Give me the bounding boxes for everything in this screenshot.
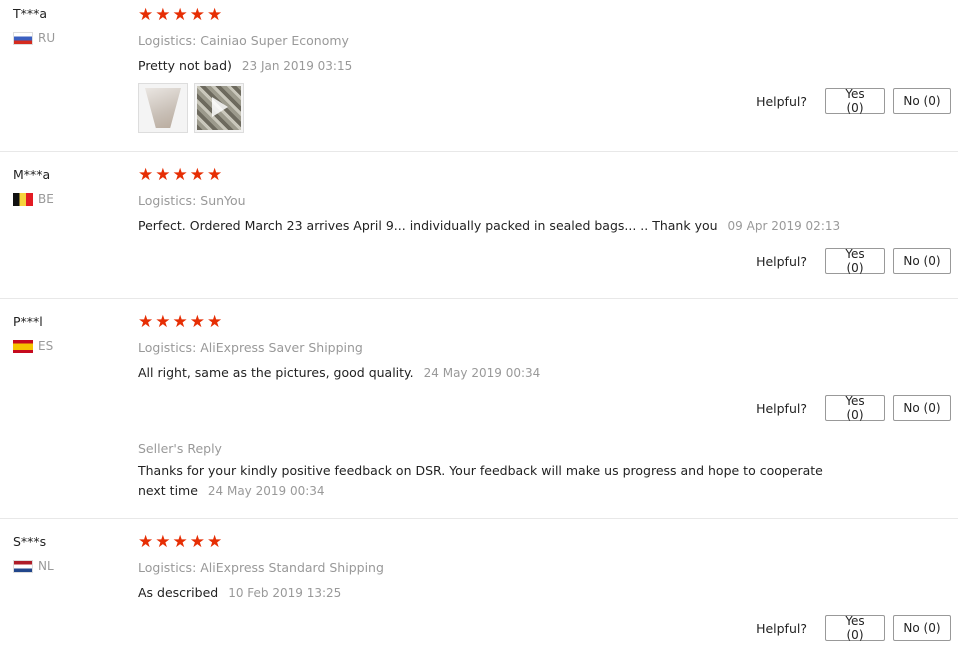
star-icon: ★ xyxy=(207,5,223,25)
star-icon: ★ xyxy=(189,312,205,332)
star-icon: ★ xyxy=(207,165,223,185)
country-code: BE xyxy=(38,192,54,206)
reviewer-name: T***a xyxy=(13,6,48,21)
star-icon: ★ xyxy=(138,165,154,185)
review-text-line: Perfect. Ordered March 23 arrives April … xyxy=(138,217,958,235)
reviewer-country: BE xyxy=(13,192,54,206)
review-photo-thumbnail[interactable] xyxy=(138,83,188,133)
helpful-no-button[interactable]: No (0) xyxy=(893,88,951,114)
star-icon: ★ xyxy=(172,165,188,185)
reviewer-name: P***l xyxy=(13,314,43,329)
helpful-yes-button[interactable]: Yes (0) xyxy=(825,247,885,275)
reviewer-name: S***s xyxy=(13,534,47,549)
review-item: P***l ES ★ ★ ★ ★ ★ Logistics: AliExpress Sav… xyxy=(0,299,958,519)
star-icon: ★ xyxy=(189,5,205,25)
helpful-vote: Helpful? Yes (0) No (0) xyxy=(756,614,951,642)
seller-reply-label: Seller's Reply xyxy=(138,441,222,456)
star-icon: ★ xyxy=(172,532,188,552)
country-code: RU xyxy=(38,31,56,45)
flag-icon xyxy=(13,339,33,353)
review-text: As described xyxy=(138,585,219,600)
flag-icon xyxy=(13,559,33,573)
helpful-no-button[interactable]: No (0) xyxy=(893,248,951,274)
logistics-info: Logistics: Cainiao Super Economy xyxy=(138,33,349,48)
review-item: T***a RU ★ ★ ★ ★ ★ Logistics: Cainiao Super … xyxy=(0,0,958,152)
star-rating: ★ ★ ★ ★ ★ xyxy=(138,167,958,184)
seller-reply: Seller's Reply Thanks for your kindly po… xyxy=(138,441,958,501)
logistics-info: Logistics: AliExpress Standard Shipping xyxy=(138,560,384,575)
logistics-info: Logistics: SunYou xyxy=(138,193,246,208)
star-icon: ★ xyxy=(189,532,205,552)
star-icon: ★ xyxy=(207,312,223,332)
reviewer-country: RU xyxy=(13,31,55,45)
star-icon: ★ xyxy=(155,312,171,332)
star-icon: ★ xyxy=(138,5,154,25)
country-code: NL xyxy=(38,559,54,573)
review-text-line: All right, same as the pictures, good qu… xyxy=(138,364,958,382)
play-icon xyxy=(212,97,228,117)
review-item: M***a BE ★ ★ ★ ★ ★ Logistics: SunYou Perfect… xyxy=(0,152,958,299)
review-item: S***s NL ★ ★ ★ ★ ★ Logistics: AliExpress Sta… xyxy=(0,519,958,659)
helpful-yes-button[interactable]: Yes (0) xyxy=(825,614,885,642)
star-icon: ★ xyxy=(155,5,171,25)
helpful-no-button[interactable]: No (0) xyxy=(893,395,951,421)
review-content: ★ ★ ★ ★ ★ Logistics: AliExpress Saver Shippi… xyxy=(138,314,958,382)
star-icon: ★ xyxy=(138,532,154,552)
helpful-no-button[interactable]: No (0) xyxy=(893,615,951,641)
reviewer-name: M***a xyxy=(13,167,51,182)
review-text: All right, same as the pictures, good qu… xyxy=(138,365,414,380)
reviewer-info: M***a BE xyxy=(13,167,54,206)
star-icon: ★ xyxy=(172,5,188,25)
flag-icon xyxy=(13,192,33,206)
star-rating: ★ ★ ★ ★ ★ xyxy=(138,7,958,24)
review-text: Pretty not bad) xyxy=(138,58,232,73)
star-rating: ★ ★ ★ ★ ★ xyxy=(138,534,958,551)
star-icon: ★ xyxy=(207,532,223,552)
review-video-thumbnail[interactable] xyxy=(194,83,244,133)
helpful-label: Helpful? xyxy=(756,253,807,269)
helpful-yes-button[interactable]: Yes (0) xyxy=(825,394,885,422)
review-content: ★ ★ ★ ★ ★ Logistics: SunYou Perfect. Ordered… xyxy=(138,167,958,235)
helpful-label: Helpful? xyxy=(756,400,807,416)
helpful-label: Helpful? xyxy=(756,620,807,636)
review-text-line: As described 10 Feb 2019 13:25 xyxy=(138,584,958,602)
country-code: ES xyxy=(38,339,54,353)
reviewer-info: S***s NL xyxy=(13,534,54,573)
reviewer-country: NL xyxy=(13,559,54,573)
reviewer-country: ES xyxy=(13,339,53,353)
star-icon: ★ xyxy=(189,165,205,185)
review-date: 09 Apr 2019 02:13 xyxy=(727,219,841,233)
star-icon: ★ xyxy=(172,312,188,332)
review-text: Perfect. Ordered March 23 arrives April … xyxy=(138,218,718,233)
star-icon: ★ xyxy=(155,532,171,552)
review-date: 23 Jan 2019 03:15 xyxy=(241,59,353,73)
helpful-yes-button[interactable]: Yes (0) xyxy=(825,87,885,115)
star-rating: ★ ★ ★ ★ ★ xyxy=(138,314,958,331)
review-date: 24 May 2019 00:34 xyxy=(423,366,541,380)
reviewer-info: T***a RU xyxy=(13,6,55,45)
helpful-vote: Helpful? Yes (0) No (0) xyxy=(756,87,951,115)
star-icon: ★ xyxy=(138,312,154,332)
helpful-vote: Helpful? Yes (0) No (0) xyxy=(756,394,951,422)
seller-reply-date: 24 May 2019 00:34 xyxy=(207,484,325,498)
star-icon: ★ xyxy=(155,165,171,185)
seller-reply-text-line: Thanks for your kindly positive feedback… xyxy=(138,461,828,501)
review-date: 10 Feb 2019 13:25 xyxy=(228,586,342,600)
helpful-label: Helpful? xyxy=(756,93,807,109)
logistics-info: Logistics: AliExpress Saver Shipping xyxy=(138,340,363,355)
review-content: ★ ★ ★ ★ ★ Logistics: AliExpress Standard Shi… xyxy=(138,534,958,602)
helpful-vote: Helpful? Yes (0) No (0) xyxy=(756,247,951,275)
flag-icon xyxy=(13,31,33,45)
review-text-line: Pretty not bad) 23 Jan 2019 03:15 xyxy=(138,57,958,75)
reviewer-info: P***l ES xyxy=(13,314,53,353)
